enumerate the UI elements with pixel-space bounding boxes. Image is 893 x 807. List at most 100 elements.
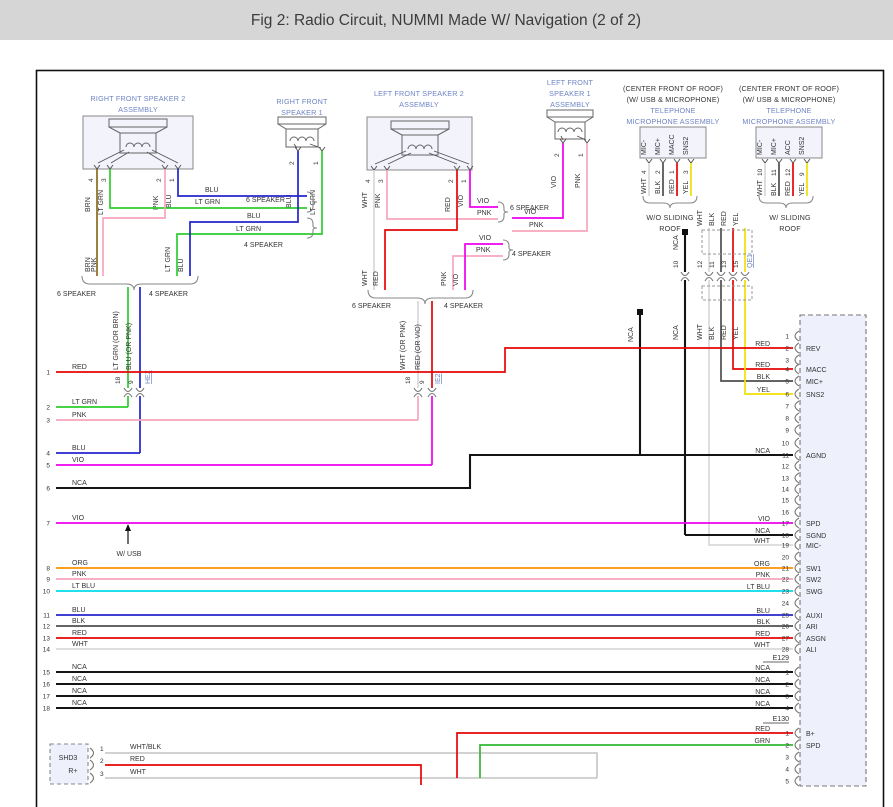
- wire-label: RED: [72, 364, 87, 371]
- pin-number: 1: [785, 670, 789, 677]
- pin-number: 2: [785, 743, 789, 750]
- wire-label: WHT: [130, 769, 147, 776]
- four-speaker-label: 4 SPEAKER: [512, 251, 551, 258]
- wire-label: PNK: [529, 222, 544, 229]
- wire-label: LT GRN: [98, 190, 105, 215]
- pin-number: 11: [709, 261, 716, 268]
- wire-label: VIO: [453, 273, 460, 286]
- signal-label: ASGN: [806, 636, 826, 643]
- pin-number: 2: [655, 170, 662, 174]
- wire-label: RED: [445, 197, 452, 212]
- wire-label: VIO: [458, 194, 465, 207]
- signal-label: MIC+: [806, 379, 823, 386]
- pin-number: 9: [799, 172, 806, 176]
- variant-label: W/ SLIDING: [769, 213, 811, 222]
- signal-label: MACC: [806, 367, 827, 374]
- pin-number: 2: [785, 346, 789, 353]
- pin-number: 4: [785, 767, 789, 774]
- row-number: 14: [43, 647, 51, 654]
- row-number: 7: [46, 521, 50, 528]
- wire-label: WHT: [362, 191, 369, 208]
- pin-number: 4: [785, 706, 789, 713]
- pin-label: MIC-: [641, 139, 648, 155]
- wiring-diagram: Fig 2: Radio Circuit, NUMMI Made W/ Navi…: [0, 0, 893, 807]
- wire-label: PNK: [375, 193, 382, 208]
- pin-number: 22: [782, 577, 790, 584]
- wire-label: LT BLU: [747, 584, 770, 591]
- pin-number: 17: [782, 521, 790, 528]
- four-speaker-label: 4 SPEAKER: [149, 291, 188, 298]
- wire-label: ORG: [72, 560, 88, 567]
- wire-label: BLK: [757, 374, 771, 381]
- row-number: 2: [46, 405, 50, 412]
- shd3-sub-label: R+: [68, 768, 77, 775]
- pin-number: 2: [554, 153, 561, 157]
- w-usb-label: W/ USB: [117, 551, 142, 558]
- connector-name: IE2: [435, 373, 442, 384]
- signal-label: ALI: [806, 647, 817, 654]
- pin-number: 5: [785, 379, 789, 386]
- pin-number: 1: [578, 153, 585, 157]
- pin-number: 11: [782, 453, 789, 460]
- wire-label: PNK: [575, 173, 582, 188]
- wire-label: NCA: [755, 448, 770, 455]
- connector-name: QE1: [747, 254, 754, 268]
- pin-number: 4: [641, 170, 648, 174]
- row-number: 12: [43, 624, 51, 631]
- signal-label: AGND: [806, 453, 826, 460]
- wire-label: RED: [721, 211, 728, 226]
- wire-label: NCA: [755, 677, 770, 684]
- wire-label: PNK: [91, 257, 98, 272]
- signal-label: REV: [806, 346, 821, 353]
- wire-label: VIO: [551, 175, 558, 188]
- wire-label: YEL: [683, 181, 690, 194]
- pin-number: 20: [782, 555, 790, 562]
- wire-label: BLU: [72, 607, 86, 614]
- wire-label: RED: [669, 179, 676, 194]
- wire-label: WHT: [757, 179, 764, 196]
- wire-label: PNK: [72, 412, 87, 419]
- wire-label: VIO: [479, 235, 492, 242]
- pin-number: 2: [785, 682, 789, 689]
- wire-label: PNK: [72, 571, 87, 578]
- component-label: ASSEMBLY: [399, 100, 439, 109]
- wire-label: PNK: [476, 247, 491, 254]
- wire-label: BLK: [757, 619, 771, 626]
- row-number: 4: [46, 451, 50, 458]
- wire-label: VIO: [72, 457, 85, 464]
- row-number: 13: [43, 636, 51, 643]
- wire-label: VIO: [477, 198, 490, 205]
- wire-label: WHT: [641, 177, 648, 194]
- component-label: SPEAKER 1: [549, 89, 591, 98]
- pin-number: 3: [785, 358, 789, 365]
- variant-label: ROOF: [659, 224, 681, 233]
- wire-label: BLK: [709, 326, 716, 340]
- wire-label: LT GRN: [72, 399, 97, 406]
- pin-number: 3: [100, 771, 104, 778]
- signal-label: SW1: [806, 566, 821, 573]
- wire-label: LT BLU: [72, 583, 95, 590]
- wire-label: WHT (OR PNK): [400, 321, 407, 370]
- wire-label: BLU: [72, 445, 86, 452]
- wire-label: LT GRN: [236, 226, 261, 233]
- pin-number: 25: [782, 613, 790, 620]
- component-label: SPEAKER 1: [281, 108, 323, 117]
- shd3-box: [49, 743, 89, 785]
- six-speaker-label: 6 SPEAKER: [352, 303, 391, 310]
- component-label: TELEPHONE: [650, 106, 695, 115]
- pin-number: 23: [782, 589, 790, 596]
- wire-label: VIO: [758, 516, 771, 523]
- wire-label: BLU: [178, 258, 185, 272]
- wire-label: RED: [785, 181, 792, 196]
- pin-number: 9: [128, 380, 135, 384]
- wire-label: YEL: [799, 183, 806, 196]
- wire-label: WHT: [72, 641, 89, 648]
- pin-number: 3: [101, 178, 108, 182]
- pin-label: MIC+: [655, 138, 662, 155]
- shd3-label: SHD3: [59, 755, 78, 762]
- wire-label: BLU: [166, 194, 173, 208]
- pin-number: 26: [782, 624, 790, 631]
- pin-number: 1: [100, 746, 104, 753]
- signal-label: SGND: [806, 533, 826, 540]
- wire-label: NCA: [755, 701, 770, 708]
